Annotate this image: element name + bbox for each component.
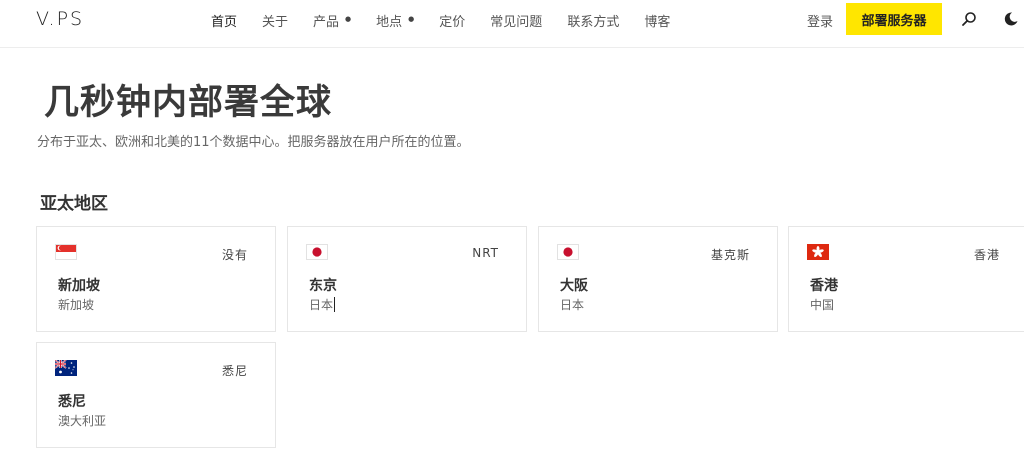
nav-item-label: 地点 <box>376 14 403 30</box>
section-title: 亚太地区 <box>40 194 108 214</box>
search-icon[interactable] <box>961 11 977 27</box>
location-city: 悉尼 <box>58 394 86 410</box>
location-city: 大阪 <box>560 278 588 294</box>
nav-item-faq[interactable]: 常见问题 <box>490 11 542 30</box>
location-city: 香港 <box>810 278 838 294</box>
location-city: 东京 <box>309 278 337 294</box>
location-country: 日本 <box>560 298 585 312</box>
nav-item-home[interactable]: 首页 <box>211 11 237 30</box>
nav-item-locations[interactable]: 地点 ● <box>376 11 414 30</box>
location-country: 澳大利亚 <box>58 414 107 428</box>
location-country-with-cursor: 日本 <box>309 296 336 313</box>
dropdown-dot-icon: ● <box>345 15 352 23</box>
nav-item-products[interactable]: 产品 ● <box>313 11 351 30</box>
top-nav-bar: V.PS 首页 关于 产品 ● 地点 ● 定价 常见问题 联系方式 博客 登录 … <box>0 0 1024 48</box>
deploy-server-button[interactable]: 部署服务器 <box>846 3 942 35</box>
hong-kong-flag-icon <box>807 244 829 260</box>
japan-flag-icon <box>557 244 579 260</box>
nav-item-label: 联系方式 <box>567 14 620 30</box>
japan-flag-icon <box>306 244 328 260</box>
nav-item-label: 定价 <box>439 14 466 30</box>
singapore-flag-icon <box>55 244 77 260</box>
location-card-sydney[interactable]: 悉尼 悉尼 澳大利亚 <box>36 342 276 448</box>
location-country: 日本 <box>309 298 334 312</box>
dropdown-dot-icon: ● <box>408 15 415 23</box>
login-link[interactable]: 登录 <box>807 11 833 30</box>
nav-item-label: 关于 <box>262 14 289 30</box>
nav-item-about[interactable]: 关于 <box>262 11 288 30</box>
location-code: 没有 <box>221 248 248 262</box>
location-card-hong-kong[interactable]: 香港 香港 中国 <box>788 226 1024 332</box>
location-card-singapore[interactable]: 没有 新加坡 新加坡 <box>36 226 276 332</box>
location-card-tokyo[interactable]: NRT 东京 日本 <box>287 226 527 332</box>
location-code: 悉尼 <box>221 364 248 378</box>
nav-item-label: 产品 <box>313 14 340 30</box>
location-country: 新加坡 <box>58 298 95 312</box>
page-subtitle: 分布于亚太、欧洲和北美的11个数据中心。把服务器放在用户所在的位置。 <box>37 135 470 150</box>
location-country: 中国 <box>810 298 835 312</box>
main-nav: 首页 关于 产品 ● 地点 ● 定价 常见问题 联系方式 博客 <box>211 0 695 40</box>
moon-icon[interactable] <box>1003 11 1019 27</box>
nav-item-label: 博客 <box>644 14 671 30</box>
nav-item-pricing[interactable]: 定价 <box>439 11 465 30</box>
location-city: 新加坡 <box>58 278 100 294</box>
location-code: 基克斯 <box>710 248 750 262</box>
text-cursor-icon <box>334 297 336 312</box>
nav-item-label: 首页 <box>211 14 238 30</box>
site-logo[interactable]: V.PS <box>36 8 84 30</box>
nav-item-contact[interactable]: 联系方式 <box>567 11 619 30</box>
australia-flag-icon <box>55 360 77 376</box>
nav-item-blog[interactable]: 博客 <box>644 11 670 30</box>
location-card-osaka[interactable]: 基克斯 大阪 日本 <box>538 226 778 332</box>
nav-item-label: 常见问题 <box>490 14 543 30</box>
location-code: 香港 <box>973 248 1000 262</box>
location-code: NRT <box>472 246 499 260</box>
page-title: 几秒钟内部署全球 <box>44 83 333 123</box>
